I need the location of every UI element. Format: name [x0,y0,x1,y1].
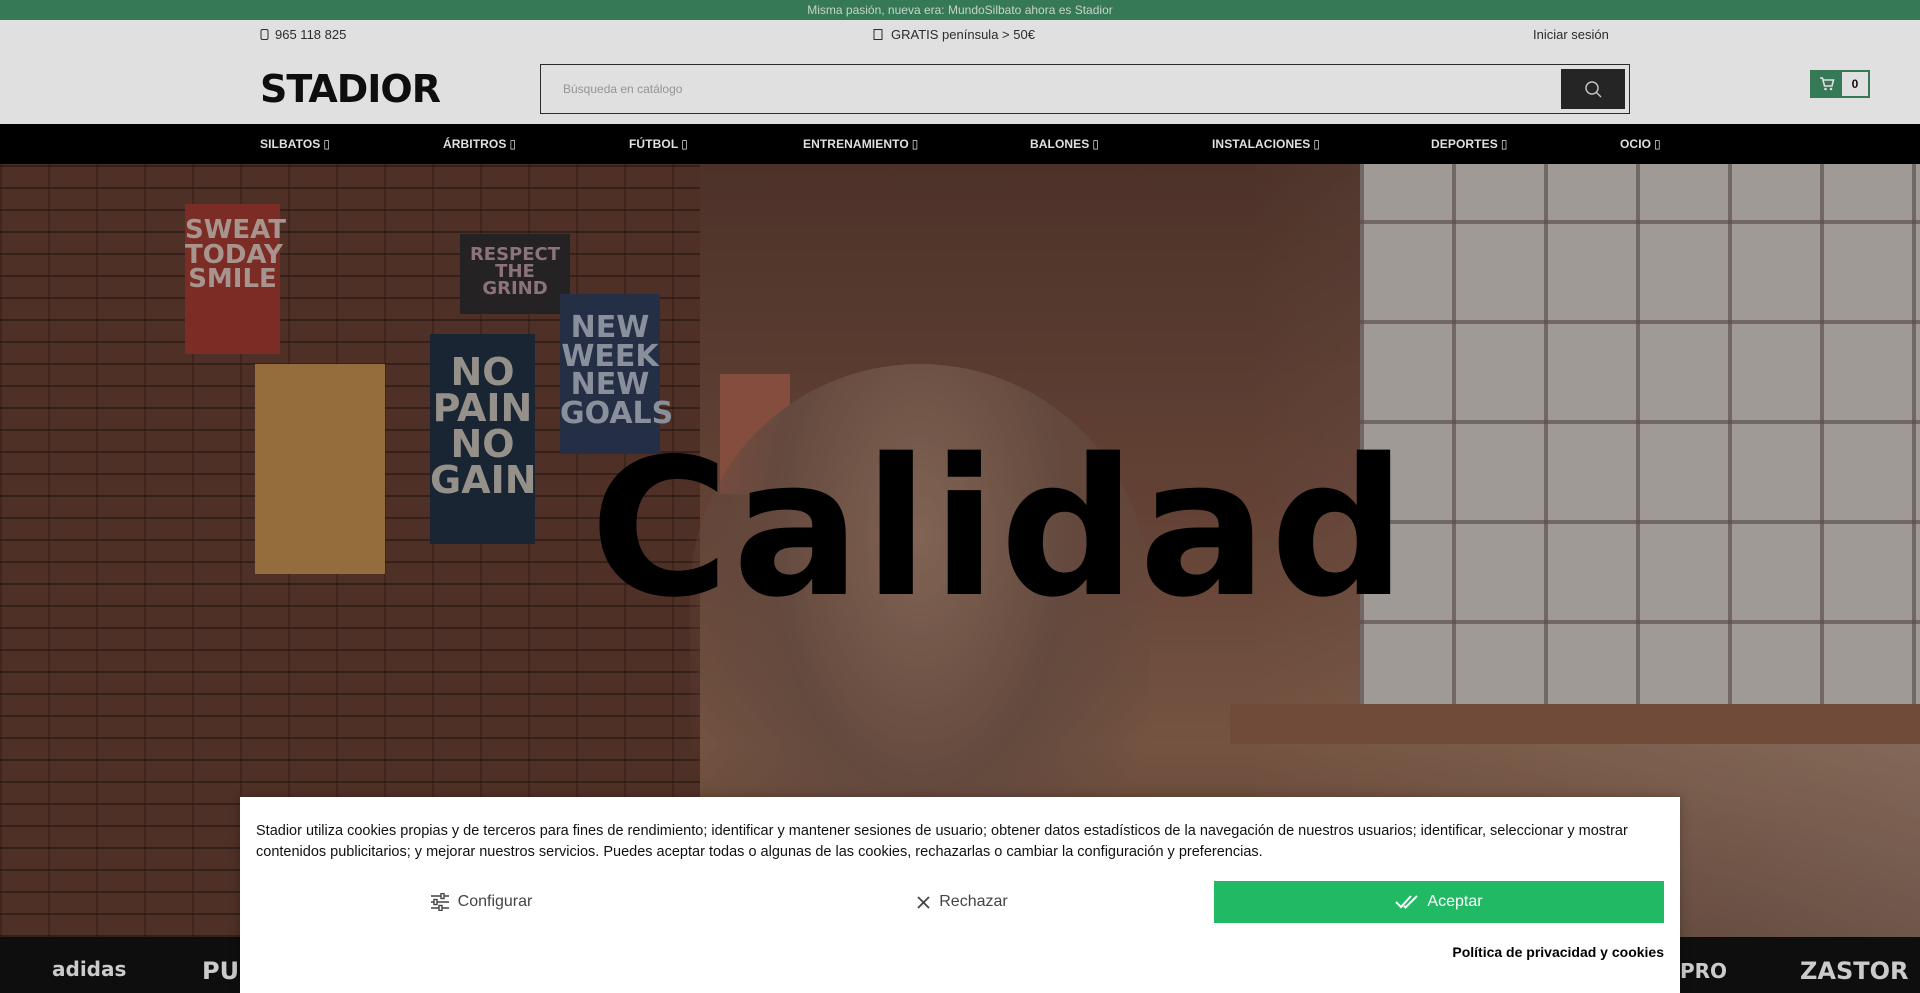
close-icon [917,895,930,909]
reject-label: Rechazar [939,893,1008,910]
configure-label: Configurar [457,893,533,910]
cookie-banner: Stadior utiliza cookies propias y de ter… [240,797,1680,993]
reject-button[interactable]: Rechazar [737,881,1187,923]
double-check-icon [1395,895,1419,909]
cookie-text: Stadior utiliza cookies propias y de ter… [256,823,1628,860]
configure-button[interactable]: Configurar [256,881,706,923]
accept-button[interactable]: Aceptar [1214,881,1664,923]
privacy-policy-link[interactable]: Política de privacidad y cookies [1452,944,1664,960]
cookie-actions: Configurar Rechazar Aceptar [256,881,1664,923]
sliders-icon [430,893,449,911]
accept-label: Aceptar [1427,893,1483,910]
